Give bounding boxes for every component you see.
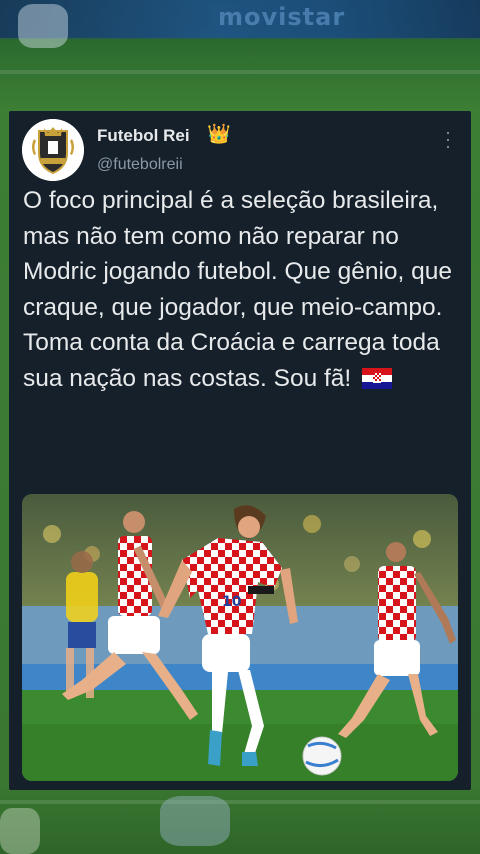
- crown-icon: 👑: [207, 124, 231, 145]
- tweet-body: O foco principal é a seleção brasileira,…: [23, 187, 453, 392]
- user-handle[interactable]: @futebolreii: [97, 156, 183, 174]
- tweet-text: O foco principal é a seleção brasileira,…: [23, 183, 463, 396]
- tweet-photo[interactable]: 10: [22, 494, 458, 781]
- soccer-ball: [302, 736, 342, 776]
- croatia-flag-icon: [362, 367, 393, 389]
- jersey-number: 10: [222, 594, 242, 610]
- avatar[interactable]: [22, 119, 84, 181]
- shield-logo-icon: [22, 119, 84, 181]
- match-photo-illustration: 10: [22, 494, 458, 781]
- display-name[interactable]: Futebol Rei: [97, 126, 190, 146]
- ad-board-text: movistar: [218, 3, 346, 31]
- background-player-blur: [18, 4, 68, 48]
- stadium-ad-board: movistar: [0, 0, 480, 38]
- pitch-line: [0, 70, 480, 74]
- tweet-card[interactable]: Futebol Rei 👑 @futebolreii · · · O foco pr…: [9, 111, 471, 790]
- more-vertical-icon[interactable]: · · ·: [443, 123, 453, 155]
- pitch-line: [0, 800, 480, 804]
- background-player-blur: [160, 796, 230, 846]
- background-player-blur: [0, 808, 40, 854]
